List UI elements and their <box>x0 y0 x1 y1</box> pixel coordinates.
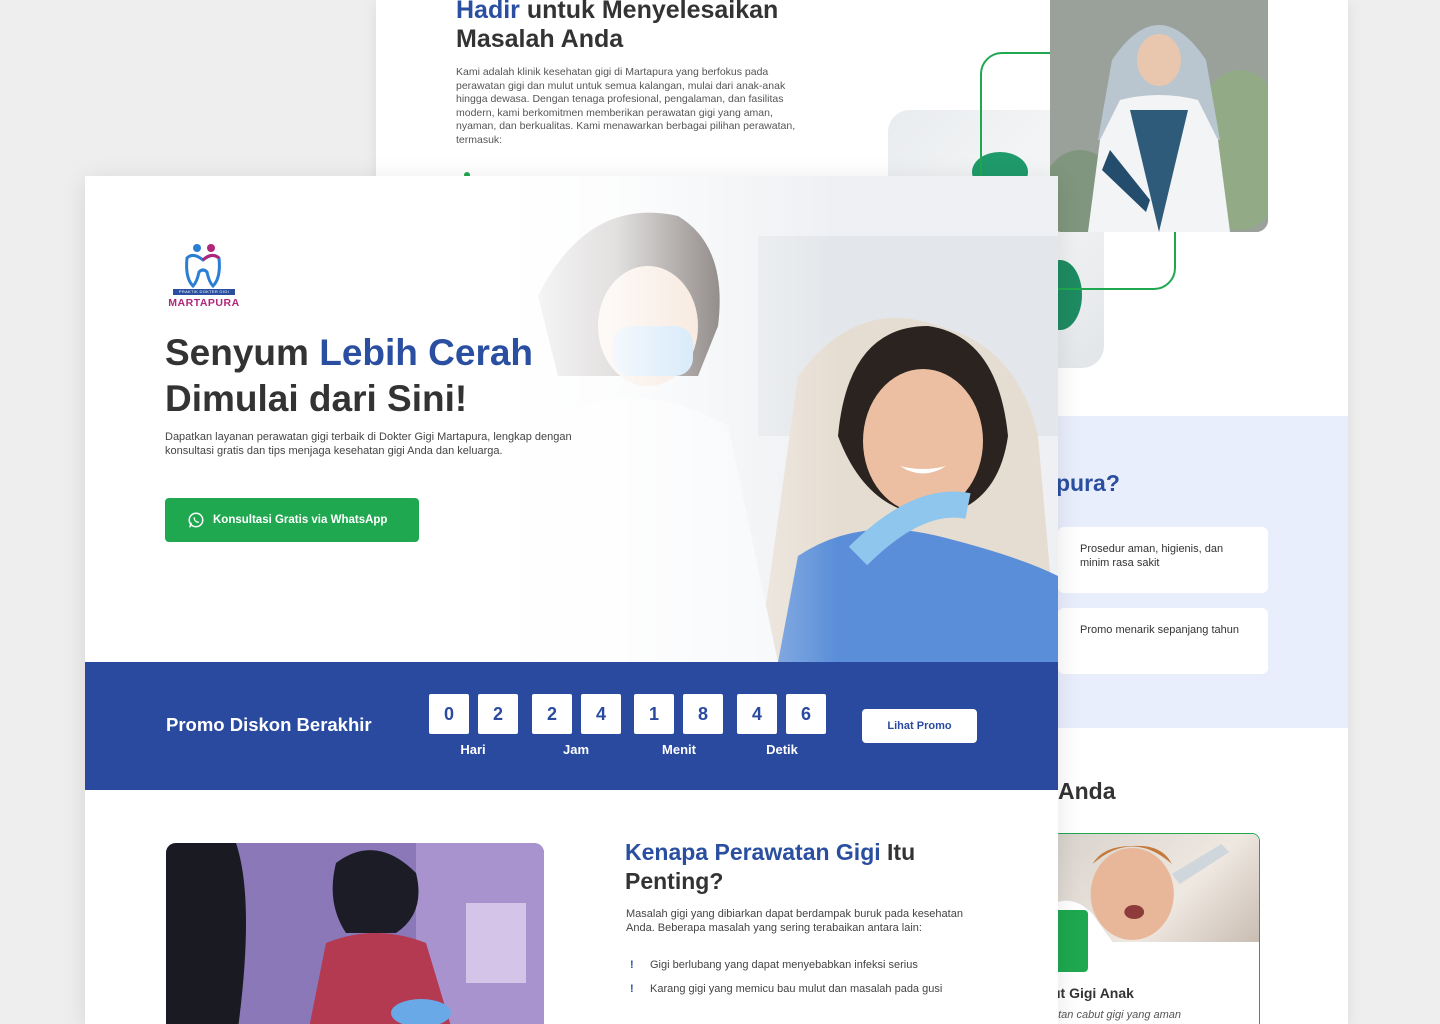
whatsapp-consultation-button[interactable]: Konsultasi Gratis via WhatsApp <box>165 498 419 542</box>
promo-title: Promo Diskon Berakhir <box>166 714 372 735</box>
list-item: ! Gigi berlubang yang dapat menyebabkan i… <box>630 959 918 971</box>
countdown-digit: 8 <box>683 694 723 734</box>
promo-countdown-bar: Promo Diskon Berakhir 0 2 2 4 1 8 4 6 Ha… <box>85 662 1058 790</box>
why-card: Promo menarik sepanjang tahun <box>1058 608 1268 674</box>
countdown-digit: 1 <box>634 694 674 734</box>
countdown-digit: 2 <box>532 694 572 734</box>
countdown-unit-minutes: Menit <box>662 742 696 757</box>
countdown-digit: 2 <box>478 694 518 734</box>
countdown-digit: 4 <box>737 694 777 734</box>
dental-treatment-image <box>166 843 544 1024</box>
service-card-title: ut Gigi Anak <box>1052 985 1134 1001</box>
clinic-logo[interactable]: PRAKTIK DOKTER GIGI MARTAPURA <box>165 242 243 312</box>
why-choose-title: pura? <box>1056 470 1120 496</box>
whatsapp-consultation-label: Konsultasi Gratis via WhatsApp <box>213 514 388 526</box>
countdown-unit-days: Hari <box>460 742 486 757</box>
logo-name: MARTAPURA <box>168 297 240 309</box>
dental-problem-list: ! Gigi berlubang yang dapat menyebabkan i… <box>626 959 976 1006</box>
countdown-digit: 0 <box>429 694 469 734</box>
list-item: ! Karang gigi yang memicu bau mulut dan m… <box>630 982 943 995</box>
why-care-title: Kenapa Perawatan Gigi Itu Penting? <box>625 839 916 894</box>
countdown-digit: 6 <box>786 694 826 734</box>
countdown-digit: 4 <box>581 694 621 734</box>
hero-section: PRAKTIK DOKTER GIGI MARTAPURA Senyum Leb… <box>85 176 1058 662</box>
why-card: Prosedur aman, higienis, dan minim rasa … <box>1058 527 1268 593</box>
see-promo-button[interactable]: Lihat Promo <box>862 709 977 743</box>
about-section-paragraph: Kami adalah klinik kesehatan gigi di Mar… <box>456 66 796 146</box>
whatsapp-icon <box>188 512 204 528</box>
hero-title: Senyum Lebih Cerah Dimulai dari Sini! <box>165 332 534 419</box>
countdown-unit-seconds: Detik <box>766 742 798 757</box>
hero-subtitle: Dapatkan layanan perawatan gigi terbaik … <box>165 431 572 457</box>
doctor-portrait-image <box>1050 0 1268 232</box>
services-title: Anda <box>1058 778 1116 804</box>
tooth-logo-icon <box>185 244 221 288</box>
about-section-title: Hadir untuk Menyelesaikan Masalah Anda <box>456 0 779 53</box>
logo-tagline: PRAKTIK DOKTER GIGI <box>173 289 235 295</box>
alert-icon: ! <box>630 982 634 995</box>
landing-page-preview: PRAKTIK DOKTER GIGI MARTAPURA Senyum Leb… <box>85 176 1058 1024</box>
alert-icon: ! <box>630 959 634 971</box>
countdown-unit-hours: Jam <box>562 742 590 757</box>
service-card-description: otan cabut gigi yang aman <box>1052 1009 1182 1021</box>
why-care-paragraph: Masalah gigi yang dibiarkan dapat berdam… <box>626 908 963 934</box>
